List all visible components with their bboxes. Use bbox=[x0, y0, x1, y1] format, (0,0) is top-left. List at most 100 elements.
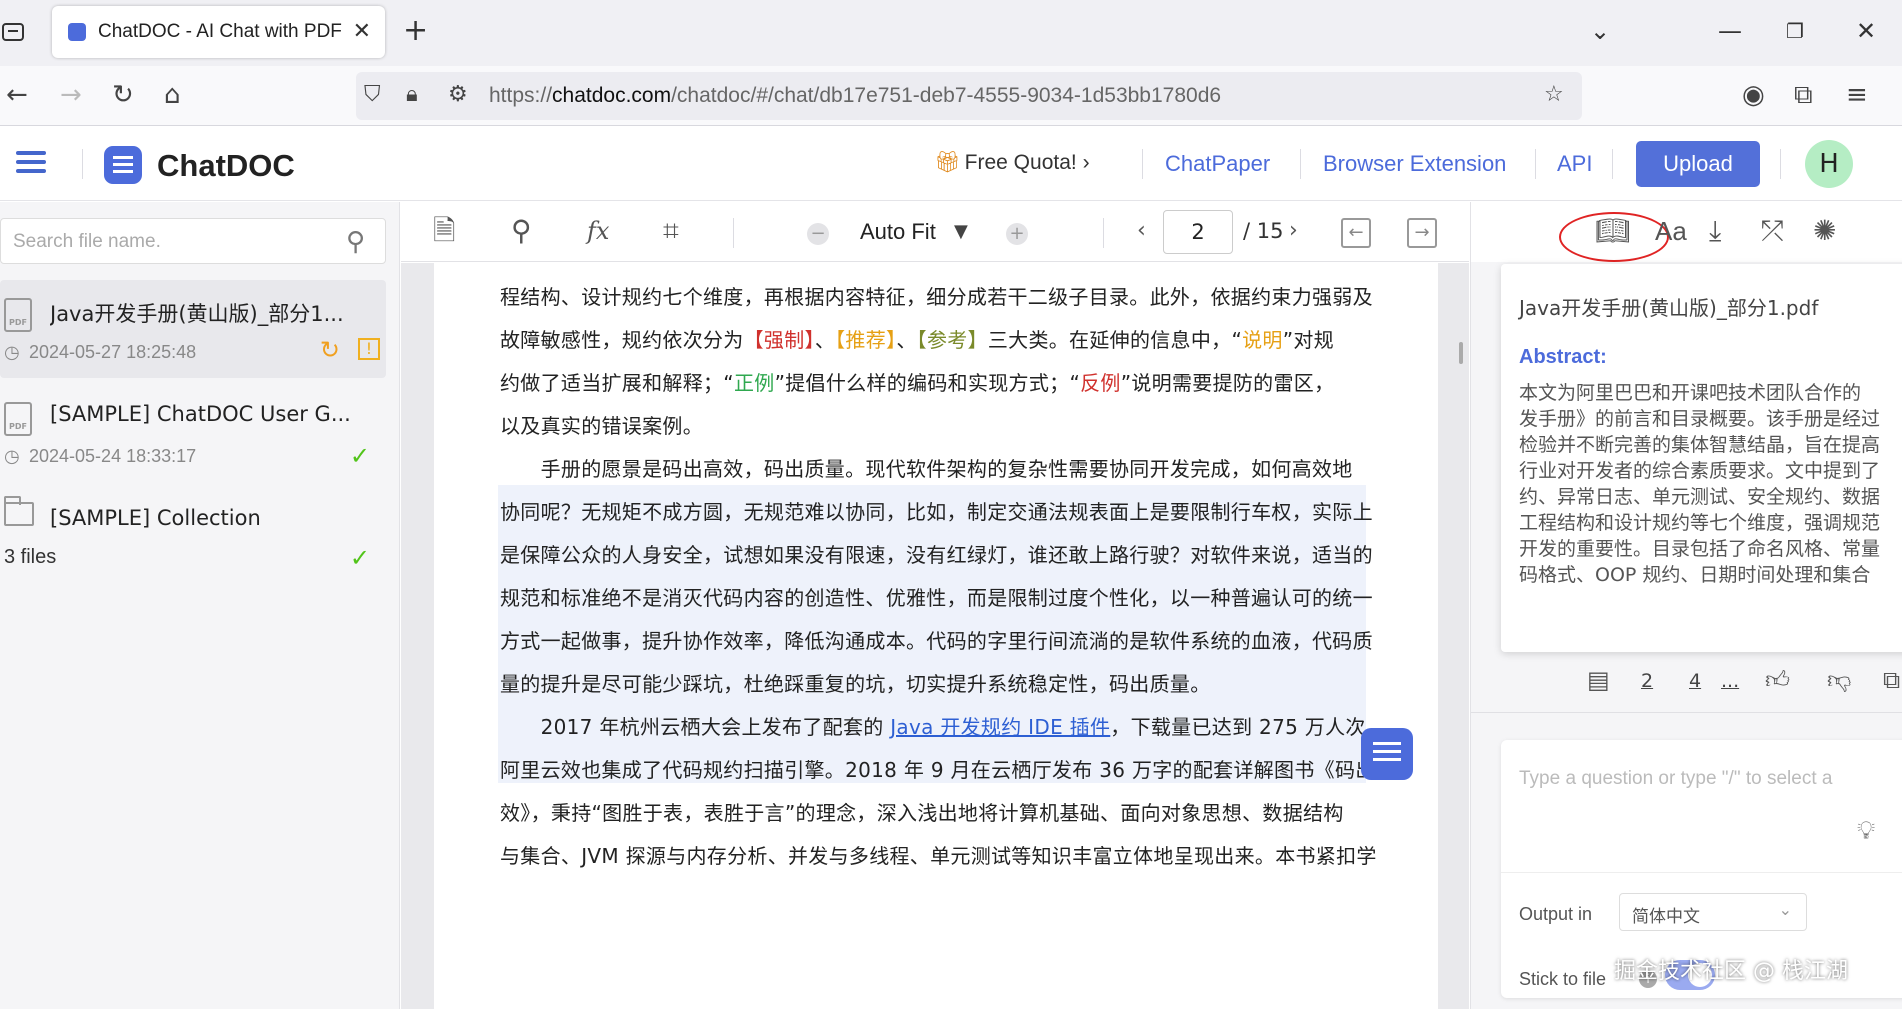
list-tabs-icon[interactable]: ⌄ bbox=[1590, 16, 1610, 46]
stick-to-file-label: Stick to file bbox=[1519, 969, 1607, 989]
collection-item[interactable]: [SAMPLE] Collection 3 files ✓ bbox=[0, 488, 386, 586]
pdf-line: 量的提升是尽可能少踩坑，杜绝踩重复的坑，切实提升系统稳定性，码出质量。 bbox=[500, 672, 1211, 696]
chevron-down-icon: ⌄ bbox=[1778, 900, 1792, 919]
forward-icon[interactable]: → bbox=[60, 80, 82, 110]
permissions-icon[interactable]: ⚙ bbox=[448, 82, 468, 107]
abstract-line: 工程结构和设计规约等七个维度，强调规范 bbox=[1519, 512, 1881, 534]
screenshot-icon[interactable]: ⌗ bbox=[663, 214, 679, 248]
divider bbox=[1300, 149, 1301, 179]
panel-resize-handle[interactable] bbox=[1459, 342, 1463, 364]
page-total: / 15 bbox=[1243, 219, 1284, 243]
document-icon[interactable]: 🗎︎ bbox=[433, 214, 456, 248]
pdf-viewer[interactable]: 程结构、设计规约七个维度，再根据内容特征，细分成若干二级子目录。此外，依据约束力… bbox=[401, 263, 1469, 1009]
share-icon[interactable]: ⤱ bbox=[1761, 214, 1783, 248]
extensions-icon[interactable]: ⧉ bbox=[1794, 80, 1813, 110]
api-link[interactable]: API bbox=[1557, 151, 1592, 177]
back-icon[interactable]: ← bbox=[6, 80, 28, 110]
divider bbox=[1471, 712, 1902, 713]
pdf-line: 协同呢？无规矩不成方圆，无规范难以协同，比如，制定交通法规表面上是要限制行车权，… bbox=[500, 500, 1373, 524]
source-icon[interactable]: ▤ bbox=[1587, 666, 1610, 694]
clock-icon: ◷ bbox=[4, 446, 20, 467]
abstract-label: Abstract: bbox=[1519, 346, 1607, 368]
avatar[interactable]: H bbox=[1805, 140, 1853, 188]
next-page-icon[interactable]: › bbox=[1289, 214, 1298, 248]
zoom-in-icon[interactable]: + bbox=[1006, 223, 1028, 245]
output-language-select[interactable]: 简体中文 ⌄ bbox=[1619, 893, 1807, 931]
ai-model-icon[interactable]: ✺ bbox=[1813, 214, 1836, 248]
search-placeholder: Search file name. bbox=[13, 231, 161, 252]
zoom-out-icon[interactable]: − bbox=[807, 223, 829, 245]
divider bbox=[1780, 149, 1781, 179]
app-logo-text: ChatDOC bbox=[157, 148, 295, 183]
app-menu-icon[interactable]: ≡ bbox=[1846, 80, 1868, 110]
search-icon[interactable]: ⚲ bbox=[511, 214, 532, 248]
divider bbox=[82, 149, 83, 179]
pdf-line: 阿里云效也集成了代码规约扫描引擎。2018 年 9 月在云栖厅发布 36 万字的… bbox=[500, 758, 1396, 782]
pdf-line: 规范和标准绝不是消灭代码内容的创造性、优雅性，而是限制过度个性化，以一种普遍认可… bbox=[500, 586, 1373, 610]
abstract-line: 发手册》的前言和目录概要。该手册是经过 bbox=[1519, 408, 1881, 430]
browser-extension-link[interactable]: Browser Extension bbox=[1323, 151, 1506, 177]
file-sidebar: Search file name. ⚲ PDF Java开发手册(黄山版)_部分… bbox=[0, 202, 400, 1009]
reload-icon[interactable]: ↻ bbox=[112, 80, 134, 110]
navigation-bar: ← → ↻ ⌂ ⛉ 🔒︎ ⚙ https://chatdoc.com/chatd… bbox=[0, 66, 1902, 126]
answer-actions: ▤ 2 4 ... 👍︎ 👎︎ ⧉ bbox=[1471, 660, 1902, 702]
lightbulb-icon[interactable]: 💡︎ bbox=[1857, 816, 1875, 847]
new-tab-icon[interactable]: + bbox=[403, 16, 428, 46]
tab-overview-icon[interactable] bbox=[0, 16, 28, 46]
free-quota-link[interactable]: 🎁︎ Free Quota! › bbox=[934, 151, 1090, 175]
prev-page-icon[interactable]: ‹ bbox=[1137, 214, 1146, 248]
abstract-line: 检验并不断完善的集体智慧结晶，旨在提高 bbox=[1519, 434, 1881, 456]
reference-link[interactable]: 4 bbox=[1689, 670, 1701, 692]
first-page-icon[interactable]: ← bbox=[1341, 218, 1371, 248]
page-number-input[interactable]: 2 bbox=[1163, 210, 1233, 254]
close-tab-icon[interactable]: ✕ bbox=[353, 19, 371, 44]
shield-icon[interactable]: ⛉ bbox=[364, 82, 381, 107]
chat-message-icon[interactable] bbox=[1361, 728, 1413, 780]
more-references-link[interactable]: ... bbox=[1721, 670, 1739, 692]
divider bbox=[733, 218, 734, 248]
close-window-icon[interactable]: ✕ bbox=[1856, 16, 1876, 46]
menu-icon[interactable] bbox=[16, 151, 46, 175]
divider bbox=[1501, 872, 1902, 873]
url-text[interactable]: https://chatdoc.com/chatdoc/#/chat/db17e… bbox=[489, 84, 1221, 108]
pdf-line: 效》，秉持“图胜于表，表胜于言”的理念，深入浅出地将计算机基础、面向对象思想、数… bbox=[500, 801, 1344, 825]
minimize-icon[interactable]: — bbox=[1718, 16, 1742, 46]
zoom-select[interactable]: Auto Fit bbox=[860, 219, 936, 245]
formula-icon[interactable]: fx bbox=[587, 214, 609, 248]
file-item[interactable]: PDF [SAMPLE] ChatDOC User G... ◷ 2024-05… bbox=[0, 384, 386, 482]
chatpaper-link[interactable]: ChatPaper bbox=[1165, 151, 1270, 177]
font-size-icon[interactable]: Aa bbox=[1655, 214, 1687, 248]
check-icon: ✓ bbox=[349, 544, 370, 572]
last-page-icon[interactable]: → bbox=[1407, 218, 1437, 248]
thumbs-up-icon[interactable]: 👍︎ bbox=[1765, 666, 1790, 695]
copy-icon[interactable]: ⧉ bbox=[1883, 666, 1900, 694]
pdf-line: 手册的愿景是码出高效，码出质量。现代软件架构的复杂性需要协同开发完成，如何高效地 bbox=[500, 457, 1353, 481]
upload-button[interactable]: Upload bbox=[1636, 141, 1760, 187]
pdf-file-icon: PDF bbox=[4, 298, 32, 332]
url-bar[interactable]: ⛉ 🔒︎ ⚙ https://chatdoc.com/chatdoc/#/cha… bbox=[356, 72, 1582, 120]
bookmark-star-icon[interactable]: ☆ bbox=[1544, 82, 1564, 107]
restore-icon[interactable]: ❐ bbox=[1786, 16, 1804, 46]
search-icon[interactable]: ⚲ bbox=[346, 227, 365, 257]
browser-tabstrip: ChatDOC - AI Chat with PDF ✕ + ⌄ — ❐ ✕ bbox=[0, 0, 1902, 66]
clock-icon: ◷ bbox=[4, 342, 20, 363]
home-icon[interactable]: ⌂ bbox=[164, 80, 181, 110]
file-item[interactable]: PDF Java开发手册(黄山版)_部分1... ◷ 2024-05-27 18… bbox=[0, 280, 386, 378]
browser-tab[interactable]: ChatDOC - AI Chat with PDF ✕ bbox=[52, 6, 385, 58]
chevron-down-icon[interactable]: ▼ bbox=[954, 221, 968, 242]
warning-icon[interactable]: ! bbox=[358, 338, 380, 360]
chatdoc-favicon-icon bbox=[68, 23, 86, 41]
folder-icon bbox=[4, 496, 34, 526]
ide-plugin-link[interactable]: Java 开发规约 IDE 插件 bbox=[890, 715, 1110, 739]
tab-title: ChatDOC - AI Chat with PDF bbox=[98, 21, 342, 42]
divider bbox=[1142, 149, 1143, 179]
thumbs-down-icon[interactable]: 👎︎ bbox=[1827, 666, 1851, 695]
account-icon[interactable]: ◉ bbox=[1742, 80, 1765, 110]
refresh-icon[interactable]: ↻ bbox=[320, 336, 340, 364]
search-input[interactable]: Search file name. ⚲ bbox=[0, 218, 386, 264]
watermark: 掘金技术社区 @ 栈江湖 bbox=[1614, 959, 1848, 984]
download-icon[interactable]: ⤓ bbox=[1709, 214, 1721, 248]
lock-icon[interactable]: 🔒︎ bbox=[406, 82, 418, 107]
reference-link[interactable]: 2 bbox=[1641, 670, 1653, 692]
chatdoc-logo-icon bbox=[104, 146, 142, 184]
